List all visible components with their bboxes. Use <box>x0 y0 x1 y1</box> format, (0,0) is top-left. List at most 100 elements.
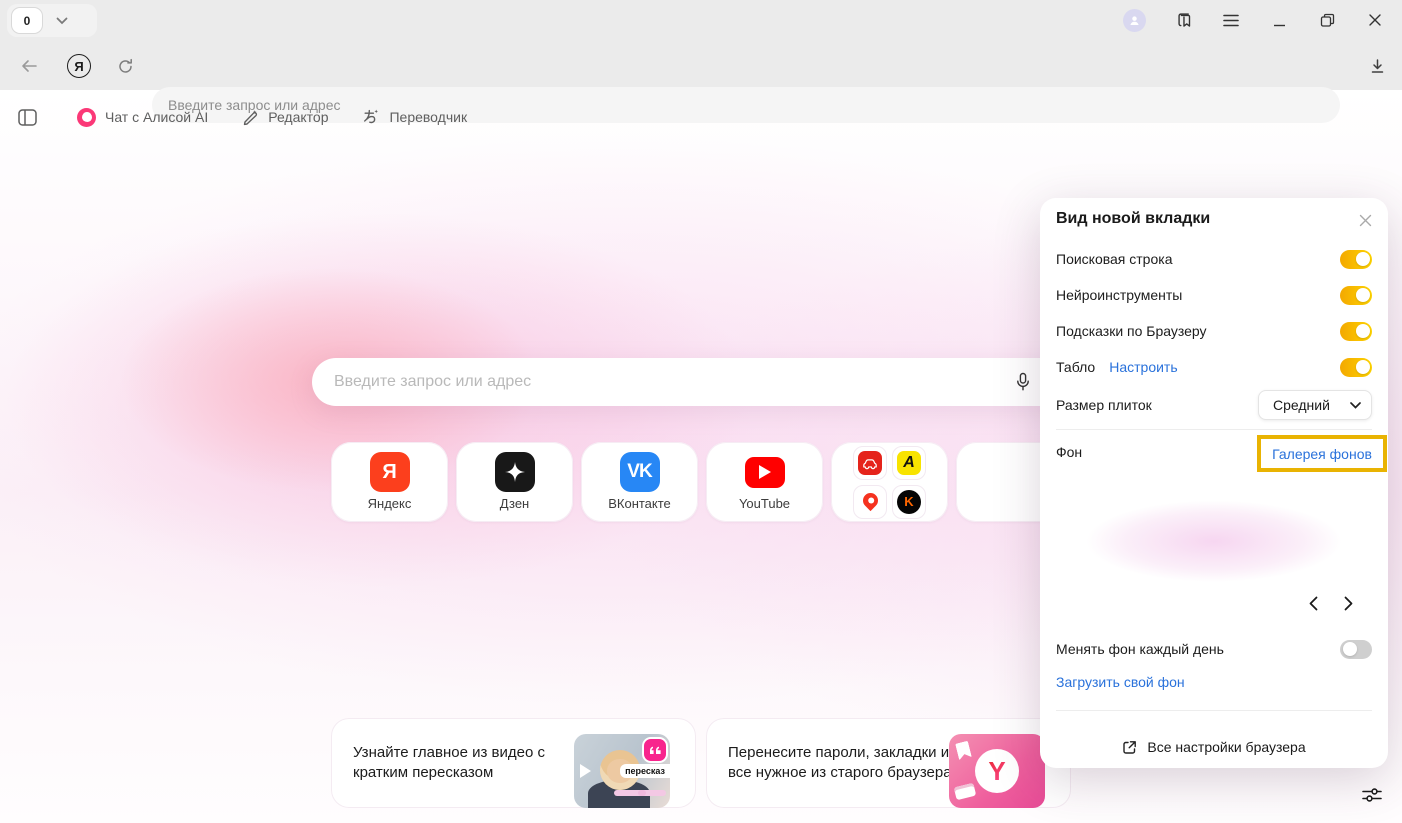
gallery-button-label: Галерея фонов <box>1272 446 1372 462</box>
back-button[interactable] <box>12 49 46 83</box>
yandex-logo-icon: Я <box>67 54 91 78</box>
tile-label: Дзен <box>500 496 529 511</box>
translate-icon <box>362 108 380 126</box>
change-daily-toggle[interactable] <box>1340 640 1372 659</box>
maps-shortcut[interactable] <box>853 485 887 519</box>
afisha-shortcut[interactable]: A <box>892 446 926 480</box>
new-tab-settings-panel: Вид новой вкладки Поисковая строка Нейро… <box>1040 198 1388 768</box>
refresh-button[interactable] <box>108 49 142 83</box>
pen-icon <box>242 109 259 126</box>
promo-card-import[interactable]: Перенесите пароли, закладки и все нужное… <box>706 718 1071 808</box>
setting-label: Менять фон каждый день <box>1056 641 1224 657</box>
upload-background-row: Загрузить свой фон <box>1056 664 1372 700</box>
tile-app-folder[interactable]: A K <box>831 442 948 522</box>
alice-icon <box>77 108 96 127</box>
all-browser-settings-link[interactable]: Все настройки браузера <box>1040 726 1388 768</box>
user-icon <box>1128 14 1141 27</box>
chevron-right-icon <box>1343 596 1354 611</box>
setting-label: Размер плиток <box>1056 397 1152 413</box>
divider <box>1056 710 1372 711</box>
setting-row-tableau: Табло Настроить <box>1056 349 1372 385</box>
quote-badge-icon <box>642 737 668 763</box>
tile-youtube[interactable]: YouTube <box>706 442 823 522</box>
toolbar-item-translator[interactable]: Переводчик <box>362 108 467 126</box>
neuro-tools-toggle[interactable] <box>1340 286 1372 305</box>
sidebar-toggle-button[interactable] <box>18 109 37 126</box>
all-settings-label: Все настройки браузера <box>1147 739 1305 755</box>
map-pin-icon <box>859 489 880 510</box>
yandex-home-button[interactable]: Я <box>62 49 96 83</box>
setting-label: Табло <box>1056 359 1095 375</box>
yellow-a-icon: A <box>897 451 921 475</box>
search-bar-toggle[interactable] <box>1340 250 1372 269</box>
tile-label: ВКонтакте <box>608 496 671 511</box>
chevron-down-icon <box>1350 402 1361 409</box>
toolbar-item-label: Переводчик <box>389 109 467 125</box>
upload-background-link[interactable]: Загрузить свой фон <box>1056 674 1185 690</box>
tile-size-select[interactable]: Средний <box>1258 390 1372 420</box>
browser-chrome: 0 Я <box>0 0 1402 90</box>
tableau-configure-link[interactable]: Настроить <box>1109 359 1177 375</box>
profile-avatar[interactable] <box>1123 9 1146 32</box>
promo-card-text: Перенесите пароли, закладки и все нужное… <box>728 743 960 783</box>
tile-label: YouTube <box>739 496 790 511</box>
voice-search-button[interactable] <box>1010 369 1036 395</box>
sidebar-icon <box>18 109 37 126</box>
setting-row-search-bar: Поисковая строка <box>1056 241 1372 277</box>
restore-icon <box>1320 13 1335 28</box>
back-arrow-icon <box>20 58 38 74</box>
tableau-toggle[interactable] <box>1340 358 1372 377</box>
play-icon <box>580 764 591 778</box>
hamburger-icon <box>1223 14 1239 27</box>
bookmarks-button[interactable] <box>1168 0 1200 40</box>
navigation-row: Я <box>0 40 1402 90</box>
auto-ru-shortcut[interactable] <box>853 446 887 480</box>
bookmark-shape-icon <box>955 741 972 761</box>
refresh-icon <box>117 58 134 75</box>
panel-close-button[interactable] <box>1354 209 1376 231</box>
downloads-button[interactable] <box>1360 49 1394 83</box>
setting-row-change-daily: Менять фон каждый день <box>1056 631 1372 667</box>
tile-dzen[interactable]: Дзен <box>456 442 573 522</box>
customize-page-button[interactable] <box>1356 780 1388 810</box>
kinopoisk-icon: K <box>897 490 921 514</box>
tab-list-chevron[interactable] <box>56 17 68 25</box>
setting-label: Нейроинструменты <box>1056 287 1182 303</box>
setting-row-tile-size: Размер плиток Средний <box>1056 387 1372 423</box>
tile-yandex[interactable]: Я Яндекс <box>331 442 448 522</box>
background-preview[interactable] <box>1054 493 1374 598</box>
external-link-icon <box>1122 740 1137 755</box>
credit-card-icon <box>954 783 977 800</box>
tab-counter-button[interactable]: 0 <box>12 8 42 33</box>
close-window-button[interactable] <box>1359 0 1391 40</box>
kinopoisk-shortcut[interactable]: K <box>892 485 926 519</box>
import-illustration: Y <box>949 734 1045 808</box>
microphone-icon <box>1015 372 1031 392</box>
toolbar-item-label: Редактор <box>268 109 328 125</box>
previous-background-button[interactable] <box>1302 592 1324 614</box>
yandex-app-icon: Я <box>370 452 410 492</box>
divider <box>1056 429 1372 430</box>
setting-label: Подсказки по Браузеру <box>1056 323 1207 339</box>
tile-label: Яндекс <box>368 496 412 511</box>
next-background-button[interactable] <box>1337 592 1359 614</box>
chevron-left-icon <box>1308 596 1319 611</box>
toolbar-item-editor[interactable]: Редактор <box>242 109 328 126</box>
download-icon <box>1369 58 1386 75</box>
tile-size-value: Средний <box>1273 397 1330 413</box>
youtube-play-icon <box>745 452 785 492</box>
toolbar-item-alice-chat[interactable]: Чат с Алисой AI <box>77 108 208 127</box>
tile-vkontakte[interactable]: VK ВКонтакте <box>581 442 698 522</box>
tab-strip: 0 <box>7 4 97 37</box>
restore-button[interactable] <box>1311 0 1343 40</box>
browser-hints-toggle[interactable] <box>1340 322 1372 341</box>
main-search-bar[interactable] <box>312 358 1096 406</box>
main-search-input[interactable] <box>334 373 1074 391</box>
minimize-button[interactable] <box>1263 0 1295 40</box>
promo-card-video-retell[interactable]: Узнайте главное из видео с кратким перес… <box>331 718 696 808</box>
setting-row-browser-hints: Подсказки по Браузеру <box>1056 313 1372 349</box>
background-gallery-button[interactable]: Галерея фонов <box>1257 435 1387 472</box>
menu-button[interactable] <box>1215 0 1247 40</box>
car-icon <box>858 451 882 475</box>
setting-label: Фон <box>1056 444 1082 460</box>
